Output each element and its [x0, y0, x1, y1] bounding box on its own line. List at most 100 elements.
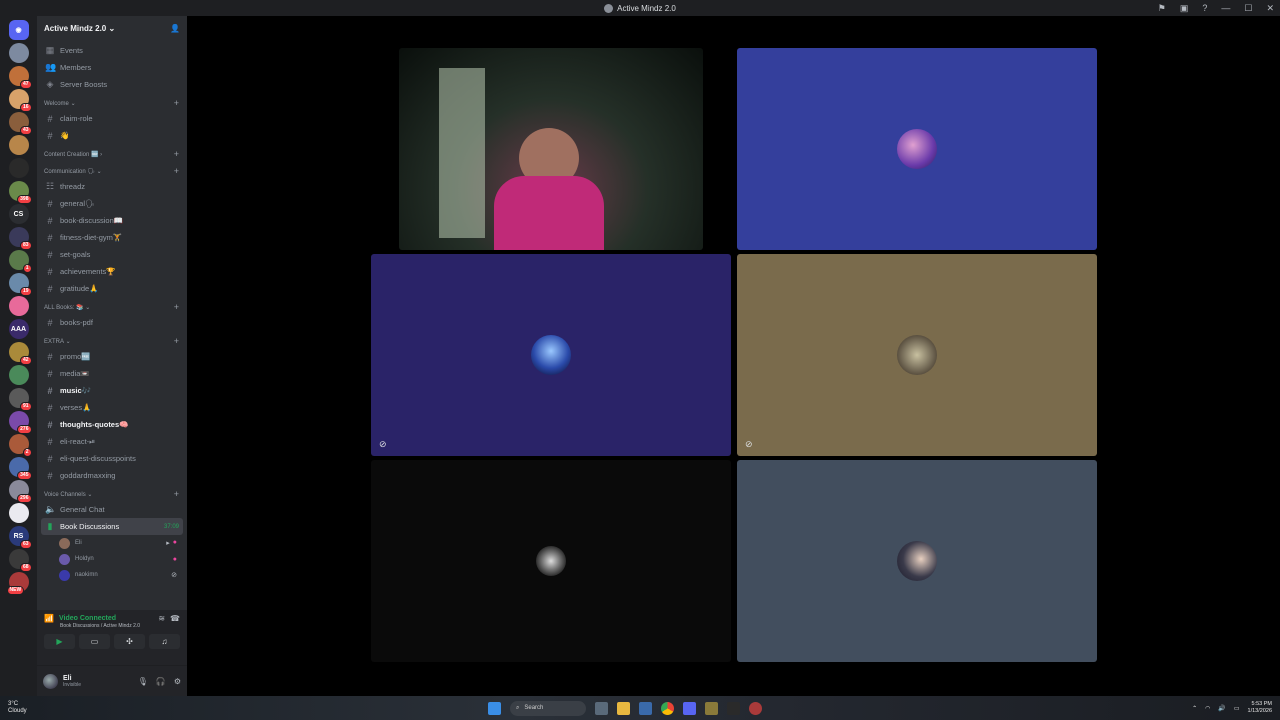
obs-icon[interactable]: [749, 701, 762, 715]
server-icon[interactable]: [8, 158, 29, 178]
server-icon[interactable]: 16: [8, 89, 32, 112]
category-voice-channels[interactable]: Voice Channels ⌄ +: [41, 484, 183, 501]
screen-share-button[interactable]: ▭: [79, 634, 110, 649]
category-all-books[interactable]: ALL Books: 📚 ⌄ +: [41, 297, 183, 314]
soundboard-button[interactable]: ♫: [149, 634, 180, 649]
channel-books-pdf[interactable]: # books-pdf: [41, 314, 183, 331]
channel-emoji[interactable]: # 👋: [41, 127, 183, 144]
add-channel-icon[interactable]: +: [174, 166, 179, 176]
server-icon[interactable]: CS: [8, 204, 29, 224]
store-icon[interactable]: [639, 701, 652, 715]
channel-goddardmaxxing[interactable]: # goddardmaxxing: [41, 467, 183, 484]
settings-icon[interactable]: ⚙: [174, 677, 181, 686]
events-item[interactable]: ▦ Events: [41, 42, 183, 59]
category-content-creation[interactable]: Content Creation 🆕 › +: [41, 144, 183, 161]
channel-eli-quest[interactable]: # eli-quest-discusspoints: [41, 450, 183, 467]
server-icon[interactable]: 68: [8, 549, 32, 572]
server-icon[interactable]: 345: [8, 457, 32, 480]
avatar[interactable]: [43, 673, 58, 689]
weather-widget[interactable]: 3°C Cloudy: [8, 701, 27, 715]
server-icon[interactable]: 2: [8, 434, 32, 457]
add-channel-icon[interactable]: +: [174, 336, 179, 346]
clock[interactable]: 5:53 PM 1/13/2026: [1248, 701, 1272, 715]
activities-button[interactable]: ✣: [114, 634, 145, 649]
channel-verses[interactable]: # verses🙏: [41, 399, 183, 416]
noise-suppression-icon[interactable]: ≋: [158, 614, 165, 623]
add-channel-icon[interactable]: +: [174, 149, 179, 159]
disconnect-icon[interactable]: ☎: [170, 614, 180, 623]
voice-user-holdyn[interactable]: Holdyn ●: [41, 551, 183, 567]
battery-icon[interactable]: ▭: [1234, 705, 1240, 712]
voice-channel-general-chat[interactable]: 🔈 General Chat: [41, 501, 183, 518]
server-icon[interactable]: [8, 296, 29, 316]
voice-channel-book-discussions[interactable]: ▮ Book Discussions 37:09: [41, 518, 183, 535]
minimize-button[interactable]: —: [1221, 3, 1230, 13]
server-icon[interactable]: 83: [8, 227, 32, 250]
server-icon[interactable]: 1: [8, 250, 32, 273]
pin-icon[interactable]: ⚑: [1158, 3, 1166, 14]
server-icon[interactable]: 398: [8, 181, 32, 204]
task-view-icon[interactable]: [595, 701, 608, 715]
channel-achievements[interactable]: # achievements🏆: [41, 263, 183, 280]
server-icon[interactable]: RS 63: [8, 526, 32, 549]
category-extra[interactable]: EXTRA ⌄ +: [41, 331, 183, 348]
channel-promo[interactable]: # promo🆓: [41, 348, 183, 365]
wifi-icon[interactable]: ◠: [1205, 705, 1210, 712]
server-icon[interactable]: 47: [8, 66, 32, 89]
server-boosts-item[interactable]: ◈ Server Boosts: [41, 76, 183, 93]
app-icon[interactable]: [705, 701, 718, 715]
maximize-button[interactable]: ☐: [1244, 3, 1252, 14]
channel-claim-role[interactable]: # claim-role: [41, 110, 183, 127]
channel-music[interactable]: # music🎶: [41, 382, 183, 399]
server-icon[interactable]: 19: [8, 273, 32, 296]
server-icon[interactable]: 42: [8, 342, 32, 365]
server-header[interactable]: Active Mindz 2.0 ⌄ 👤: [37, 16, 187, 40]
category-welcome[interactable]: Welcome ⌄ +: [41, 93, 183, 110]
channel-gratitude[interactable]: # gratitude🙏: [41, 280, 183, 297]
channel-fitness[interactable]: # fitness-diet-gym🏋: [41, 229, 183, 246]
server-icon[interactable]: [8, 43, 29, 63]
server-icon[interactable]: 296: [8, 480, 32, 503]
voice-user-eli[interactable]: Eli ▸ ●: [41, 535, 183, 551]
headphones-icon[interactable]: 🎧: [156, 677, 166, 686]
microphone-icon[interactable]: 🎙: [138, 677, 148, 686]
category-communication[interactable]: Communication 🗣 ⌄ +: [41, 161, 183, 178]
close-button[interactable]: ✕: [1266, 3, 1274, 14]
help-icon[interactable]: ?: [1202, 3, 1207, 13]
start-icon[interactable]: [488, 701, 501, 715]
server-icon[interactable]: [8, 135, 29, 155]
server-icon[interactable]: 276: [8, 411, 32, 434]
video-tile-blue[interactable]: [737, 48, 1097, 250]
video-tile-tan[interactable]: ⊘: [737, 254, 1097, 456]
channel-thoughts-quotes[interactable]: # thoughts-quotes🧠: [41, 416, 183, 433]
server-icon[interactable]: 91: [8, 388, 32, 411]
discord-icon[interactable]: [683, 701, 696, 715]
add-member-icon[interactable]: 👤: [170, 24, 180, 33]
voice-user-naokimn[interactable]: naokimn ⊘: [41, 567, 183, 583]
video-tile-camera[interactable]: [399, 48, 703, 250]
search-box[interactable]: ⌕ Search: [510, 700, 586, 716]
add-channel-icon[interactable]: +: [174, 302, 179, 312]
members-item[interactable]: 👥 Members: [41, 59, 183, 76]
channel-general[interactable]: # general🗣: [41, 195, 183, 212]
server-icon[interactable]: AAA: [8, 319, 29, 339]
channel-set-goals[interactable]: # set-goals: [41, 246, 183, 263]
camera-button[interactable]: ▶: [44, 634, 75, 649]
add-channel-icon[interactable]: +: [174, 489, 179, 499]
channel-eli-react[interactable]: # eli-react-⏯: [41, 433, 183, 450]
add-channel-icon[interactable]: +: [174, 98, 179, 108]
server-icon[interactable]: NEW: [6, 572, 29, 595]
tray-chevron-icon[interactable]: ⌃: [1192, 705, 1197, 712]
channel-threadz[interactable]: ☷ threadz: [41, 178, 183, 195]
server-icon[interactable]: 43: [8, 112, 32, 135]
discord-home-icon[interactable]: ◉: [8, 20, 29, 40]
terminal-icon[interactable]: [727, 701, 740, 715]
server-icon[interactable]: [8, 365, 29, 385]
channel-book-discussion[interactable]: # book-discussion📖: [41, 212, 183, 229]
file-explorer-icon[interactable]: [617, 701, 630, 715]
server-icon[interactable]: [8, 503, 29, 523]
volume-icon[interactable]: 🔊: [1218, 705, 1225, 712]
video-tile-dark[interactable]: [371, 460, 731, 662]
chrome-icon[interactable]: [661, 701, 674, 715]
channel-media[interactable]: # media📼: [41, 365, 183, 382]
